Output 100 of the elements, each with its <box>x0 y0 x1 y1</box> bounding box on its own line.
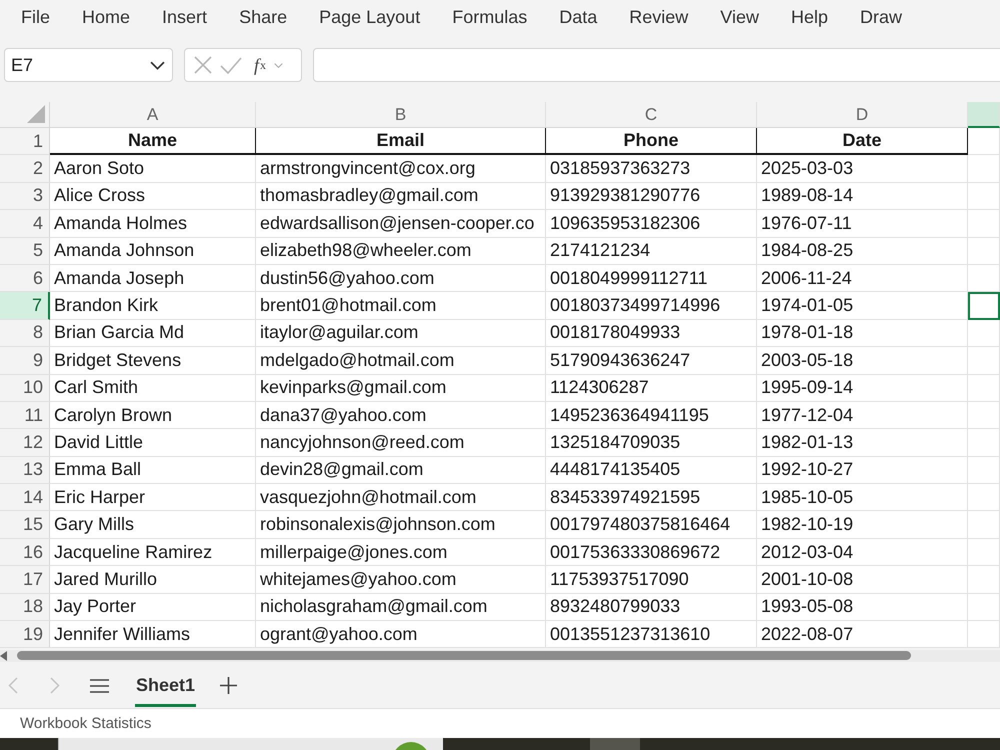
table-cell: vasquezjohn@hotmail.com <box>256 484 546 512</box>
table-cell: 1495236364941195 <box>546 402 757 430</box>
table-cell: 834533974921595 <box>546 484 757 512</box>
row-header[interactable]: 1 <box>0 128 50 156</box>
table-cell: 1325184709035 <box>546 429 757 457</box>
horizontal-scrollbar[interactable] <box>0 650 1000 662</box>
table-cell: Jay Porter <box>50 594 256 622</box>
table-cell: 2006-11-24 <box>757 264 968 292</box>
menu-item[interactable]: Home <box>67 7 146 28</box>
column-header[interactable] <box>968 102 1000 128</box>
row-header[interactable]: 11 <box>0 402 50 430</box>
table-cell: brent01@hotmail.com <box>256 292 546 320</box>
table-cell: 2012-03-04 <box>757 538 968 566</box>
table-cell: 1978-01-18 <box>757 320 968 348</box>
table-cell: 1977-12-04 <box>757 402 968 430</box>
row-header[interactable]: 6 <box>0 264 50 292</box>
column-header[interactable]: B <box>256 102 546 128</box>
table-cell: Jacqueline Ramirez <box>50 538 256 566</box>
table-cell: 00180373499714996 <box>546 292 757 320</box>
table-cell: 0018049999112711 <box>546 264 757 292</box>
table-cell: dustin56@yahoo.com <box>256 264 546 292</box>
menu-item[interactable]: Data <box>544 7 612 28</box>
menu-item[interactable]: Insert <box>147 7 222 28</box>
left-arrow-icon[interactable] <box>0 650 7 661</box>
status-text[interactable]: Workbook Statistics <box>20 715 152 732</box>
table-cell: 1985-10-05 <box>757 484 968 512</box>
chevron-down-icon[interactable] <box>150 60 165 70</box>
table-cell: 1995-09-14 <box>757 374 968 402</box>
table-cell: dana37@yahoo.com <box>256 402 546 430</box>
triangle-icon <box>27 105 45 123</box>
row-header[interactable]: 17 <box>0 566 50 594</box>
empty-cell <box>968 429 1000 457</box>
table-cell: Emma Ball <box>50 456 256 484</box>
table-cell: Amanda Johnson <box>50 238 256 265</box>
menu-item[interactable]: Formulas <box>437 7 542 28</box>
name-box[interactable]: E7 <box>4 48 173 82</box>
column-header[interactable]: C <box>546 102 757 128</box>
empty-cell <box>968 484 1000 512</box>
menu-item[interactable]: Draw <box>845 7 918 28</box>
table-cell: Gary Mills <box>50 511 256 539</box>
table-cell: Carolyn Brown <box>50 402 256 430</box>
row-header[interactable]: 2 <box>0 155 50 183</box>
formula-input[interactable] <box>313 48 1000 82</box>
row-header[interactable]: 16 <box>0 538 50 566</box>
empty-cell <box>968 594 1000 622</box>
empty-cell <box>968 264 1000 292</box>
table-cell: 1982-10-19 <box>757 511 968 539</box>
table-cell: edwardsallison@jensen-cooper.co <box>256 210 546 238</box>
row-header[interactable]: 15 <box>0 511 50 539</box>
table-cell: nancyjohnson@reed.com <box>256 429 546 457</box>
select-all-button[interactable] <box>0 102 50 128</box>
header-cell: Email <box>256 128 546 156</box>
column-header[interactable]: D <box>757 102 968 128</box>
row-header[interactable]: 7 <box>0 292 50 320</box>
table-cell: kevinparks@gmail.com <box>256 374 546 402</box>
empty-cell <box>968 566 1000 594</box>
empty-cell <box>968 320 1000 348</box>
row-header[interactable]: 9 <box>0 347 50 375</box>
table-cell: millerpaige@jones.com <box>256 538 546 566</box>
empty-cell <box>968 538 1000 566</box>
table-cell: Brian Garcia Md <box>50 320 256 348</box>
empty-cell <box>968 210 1000 238</box>
row-header[interactable]: 18 <box>0 594 50 622</box>
table-cell: 1124306287 <box>546 374 757 402</box>
table-cell: Aaron Soto <box>50 155 256 183</box>
table-cell: 8932480799033 <box>546 594 757 622</box>
menu-item[interactable]: File <box>6 7 66 28</box>
empty-cell <box>968 456 1000 484</box>
table-cell: David Little <box>50 429 256 457</box>
menu-item[interactable]: View <box>705 7 774 28</box>
table-cell: 2174121234 <box>546 238 757 265</box>
active-cell[interactable] <box>968 292 1000 320</box>
menu-item[interactable]: Share <box>224 7 302 28</box>
menu-item[interactable]: Page Layout <box>304 7 436 28</box>
scrollbar-thumb[interactable] <box>17 651 911 660</box>
row-header[interactable]: 4 <box>0 210 50 238</box>
table-cell: Amanda Joseph <box>50 264 256 292</box>
table-cell: nicholasgraham@gmail.com <box>256 594 546 622</box>
table-cell: robinsonalexis@johnson.com <box>256 511 546 539</box>
row-header[interactable]: 14 <box>0 484 50 512</box>
table-cell: Eric Harper <box>50 484 256 512</box>
table-cell: 1993-05-08 <box>757 594 968 622</box>
table-cell: 03185937363273 <box>546 155 757 183</box>
row-header[interactable]: 19 <box>0 621 50 648</box>
row-header[interactable]: 12 <box>0 429 50 457</box>
row-header[interactable]: 3 <box>0 182 50 210</box>
table-cell: 1989-08-14 <box>757 182 968 210</box>
row-header[interactable]: 5 <box>0 238 50 265</box>
plus-icon[interactable] <box>220 677 238 694</box>
table-cell: itaylor@aguilar.com <box>256 320 546 348</box>
menu-icon[interactable] <box>90 678 109 693</box>
table-cell: 2025-03-03 <box>757 155 968 183</box>
table-cell: 2001-10-08 <box>757 566 968 594</box>
row-header[interactable]: 8 <box>0 320 50 348</box>
row-header[interactable]: 10 <box>0 374 50 402</box>
column-header[interactable]: A <box>50 102 256 128</box>
menu-item[interactable]: Review <box>614 7 704 28</box>
table-cell: elizabeth98@wheeler.com <box>256 238 546 265</box>
menu-item[interactable]: Help <box>776 7 844 28</box>
row-header[interactable]: 13 <box>0 456 50 484</box>
